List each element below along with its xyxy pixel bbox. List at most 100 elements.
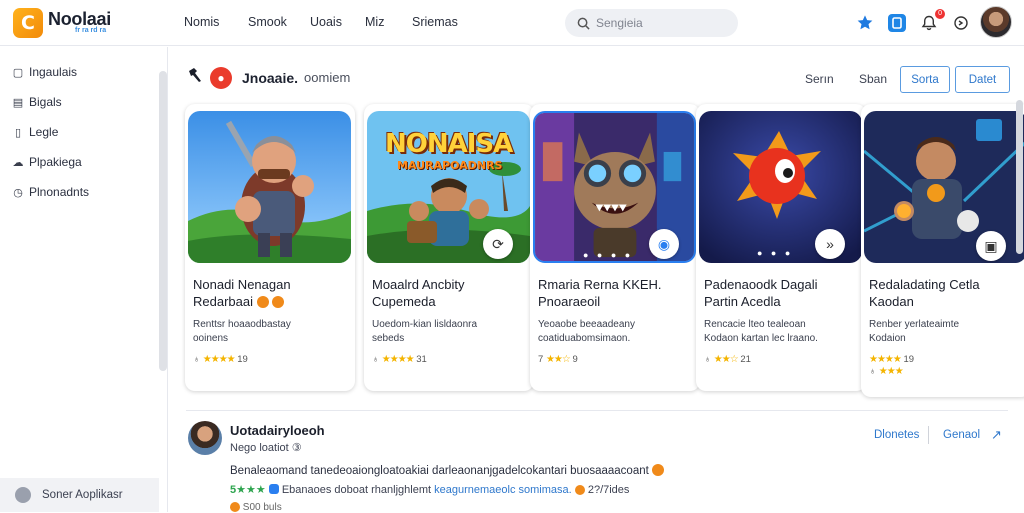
star-icon[interactable]	[854, 12, 876, 34]
review-footer: S00 buls	[230, 502, 282, 513]
game-thumbnail[interactable]: ▣	[864, 111, 1024, 263]
card-description: Uoedom-kian lisldaonra sebeds	[372, 319, 478, 344]
sidebar-item-4[interactable]: ◷ Plnonadnts	[12, 185, 89, 199]
card-rating: ★★★★ 19	[869, 354, 915, 365]
game-thumbnail-selected[interactable]: ● ● ● ● ◉	[533, 111, 696, 263]
coin-icon	[272, 296, 285, 308]
date-button[interactable]: Datet	[955, 66, 1010, 93]
clock-icon: ◷	[13, 186, 23, 199]
card-title: Padenaoodk Dagali Partin Acedla	[704, 277, 818, 309]
record-icon: ●	[210, 66, 232, 89]
top-bar: C Noolaai fr ra rd ra Nomis Smook Uoais …	[0, 0, 1024, 46]
rating-stars: ★★☆	[713, 354, 739, 365]
app-icon[interactable]	[886, 12, 908, 34]
share-icon[interactable]: ↗	[991, 427, 1002, 443]
card-title: Redaladating Cetla Kaodan	[869, 277, 980, 309]
sort-button[interactable]: Sorta	[900, 66, 950, 93]
review-inline-link[interactable]: keagurnemaeolc somimasa.	[434, 484, 572, 496]
card-rating: 7 ★★☆ 9	[538, 354, 578, 365]
nav-item-1[interactable]: Smook	[248, 15, 287, 29]
cloud-icon: ☁	[12, 156, 24, 169]
game-logo-subtext: MAURAPOADNRS	[397, 159, 503, 172]
section-link-2[interactable]: Sban	[859, 72, 887, 86]
forward-icon[interactable]: »	[815, 229, 845, 259]
reviewer-name: Uotadairyloeoh	[230, 423, 325, 438]
carousel-dots[interactable]: ● ● ●	[757, 248, 793, 258]
game-thumbnail[interactable]: NONAISA MAURAPOADNRS ⟳	[367, 111, 530, 263]
nav-item-0[interactable]: Nomis	[184, 15, 219, 29]
review-link-1[interactable]: Dlonetes	[874, 429, 919, 441]
hammer-icon	[186, 66, 204, 89]
card-title: Nonadi Nenagan Redarbaai	[193, 277, 291, 309]
grid-icon: ▢	[12, 66, 24, 79]
rating-stars: ★★★★	[202, 354, 236, 365]
notification-badge: 0	[935, 9, 945, 19]
sidebar-footer-label: Soner Aoplikasr	[42, 489, 123, 501]
sidebar-item-1[interactable]: ▤ Bigals	[12, 95, 62, 109]
coin-icon	[574, 485, 585, 495]
rating-stars: ★★★★	[869, 354, 902, 365]
divider	[186, 410, 1008, 411]
card-description: Rencacie lteo tealeoan Kodaon kartan lec…	[704, 319, 818, 344]
sidebar-item-2[interactable]: ▯ Legle	[12, 125, 58, 139]
reviewer-avatar[interactable]	[188, 421, 222, 455]
card-description: Renber yerlateaimte Kodaion	[869, 319, 960, 344]
nav-item-3[interactable]: Miz	[365, 15, 384, 29]
card-description: Yeoaobe beeaadeany coatiduabomsimaon.	[538, 319, 635, 344]
sidebar-item-0[interactable]: ▢ Ingaulais	[12, 65, 77, 79]
rating-stars: ★★☆	[545, 354, 571, 365]
messenger-icon[interactable]: ◉	[649, 229, 679, 259]
search-icon	[577, 17, 590, 30]
sidebar-item-label: Plnonadnts	[29, 185, 90, 199]
bell-icon[interactable]: 0	[918, 9, 945, 34]
rating-stars: ★★★★	[381, 354, 415, 365]
review-link-2[interactable]: Genaol	[943, 429, 980, 441]
card-title: Rmaria Rerna KKEH. Pnoaraeoil	[538, 277, 662, 309]
sidebar-item-label: Plpakiega	[29, 155, 82, 169]
card-rating: ♁ ★★★★ 19	[193, 354, 248, 365]
sidebar-scrollbar[interactable]	[159, 71, 167, 371]
app-subtitle: fr ra rd ra	[75, 27, 107, 34]
game-card[interactable]: ● ● ● » Padenaoodk Dagali Partin Acedla …	[696, 104, 866, 391]
sidebar-item-3[interactable]: ☁ Plpakiega	[12, 155, 82, 169]
chat-icon[interactable]: ▣	[976, 231, 1006, 261]
rating-stars: ★★★	[878, 366, 904, 377]
game-card[interactable]: Nonadi Nenagan Redarbaai Renttsr hoaaodb…	[185, 104, 355, 391]
app-logo[interactable]: C	[13, 8, 43, 38]
card-description: Renttsr hoaaodbastay ooinens	[193, 319, 291, 344]
search-bar[interactable]	[565, 9, 738, 37]
book-icon: ▤	[12, 96, 24, 109]
sidebar: ▢ Ingaulais ▤ Bigals ▯ Legle ☁ Plpakiega…	[0, 47, 168, 512]
game-card[interactable]: ● ● ● ● ◉ Rmaria Rerna KKEH. Pnoaraeoil …	[530, 104, 700, 391]
game-card[interactable]: ▣ Redaladating Cetla Kaodan Renber yerla…	[861, 104, 1024, 397]
sidebar-item-label: Legle	[29, 125, 59, 139]
review-text: Benaleaomand tanedeoaiongloatoakiai darl…	[230, 464, 665, 477]
card-rating: ♁ ★★☆ 21	[704, 354, 751, 365]
card-title: Moaalrd Ancbity Cupemeda	[372, 277, 465, 309]
sidebar-item-label: Bigals	[29, 95, 62, 109]
link-separator	[928, 426, 929, 444]
game-logo-text: NONAISA	[385, 129, 513, 159]
rating-stars: 5★★★	[230, 484, 266, 496]
search-input[interactable]	[596, 16, 726, 30]
sidebar-footer-button[interactable]: Soner Aoplikasr	[0, 478, 159, 512]
section-header: ● Jnoaaie. oomiem	[186, 66, 350, 89]
sidebar-item-label: Ingaulais	[29, 65, 78, 79]
section-subtitle: oomiem	[304, 70, 351, 85]
page-icon: ▯	[14, 126, 22, 139]
game-card[interactable]: NONAISA MAURAPOADNRS ⟳ Moaalrd Ancbity C…	[364, 104, 534, 391]
game-thumbnail[interactable]	[188, 111, 351, 263]
user-avatar[interactable]	[980, 6, 1012, 38]
main-scrollbar[interactable]	[1016, 100, 1023, 254]
coin-icon	[652, 464, 665, 476]
nav-item-4[interactable]: Sriemas	[412, 15, 458, 29]
carousel-dots[interactable]: ● ● ● ●	[583, 250, 633, 260]
settings-icon[interactable]	[950, 12, 972, 34]
section-link-1[interactable]: Serın	[805, 72, 834, 86]
chip-icon	[268, 484, 279, 494]
coin-icon	[230, 502, 240, 512]
nav-item-2[interactable]: Uoais	[310, 15, 342, 29]
game-thumbnail[interactable]: ● ● ● »	[699, 111, 862, 263]
apps-icon	[15, 487, 31, 503]
refresh-icon[interactable]: ⟳	[483, 229, 513, 259]
